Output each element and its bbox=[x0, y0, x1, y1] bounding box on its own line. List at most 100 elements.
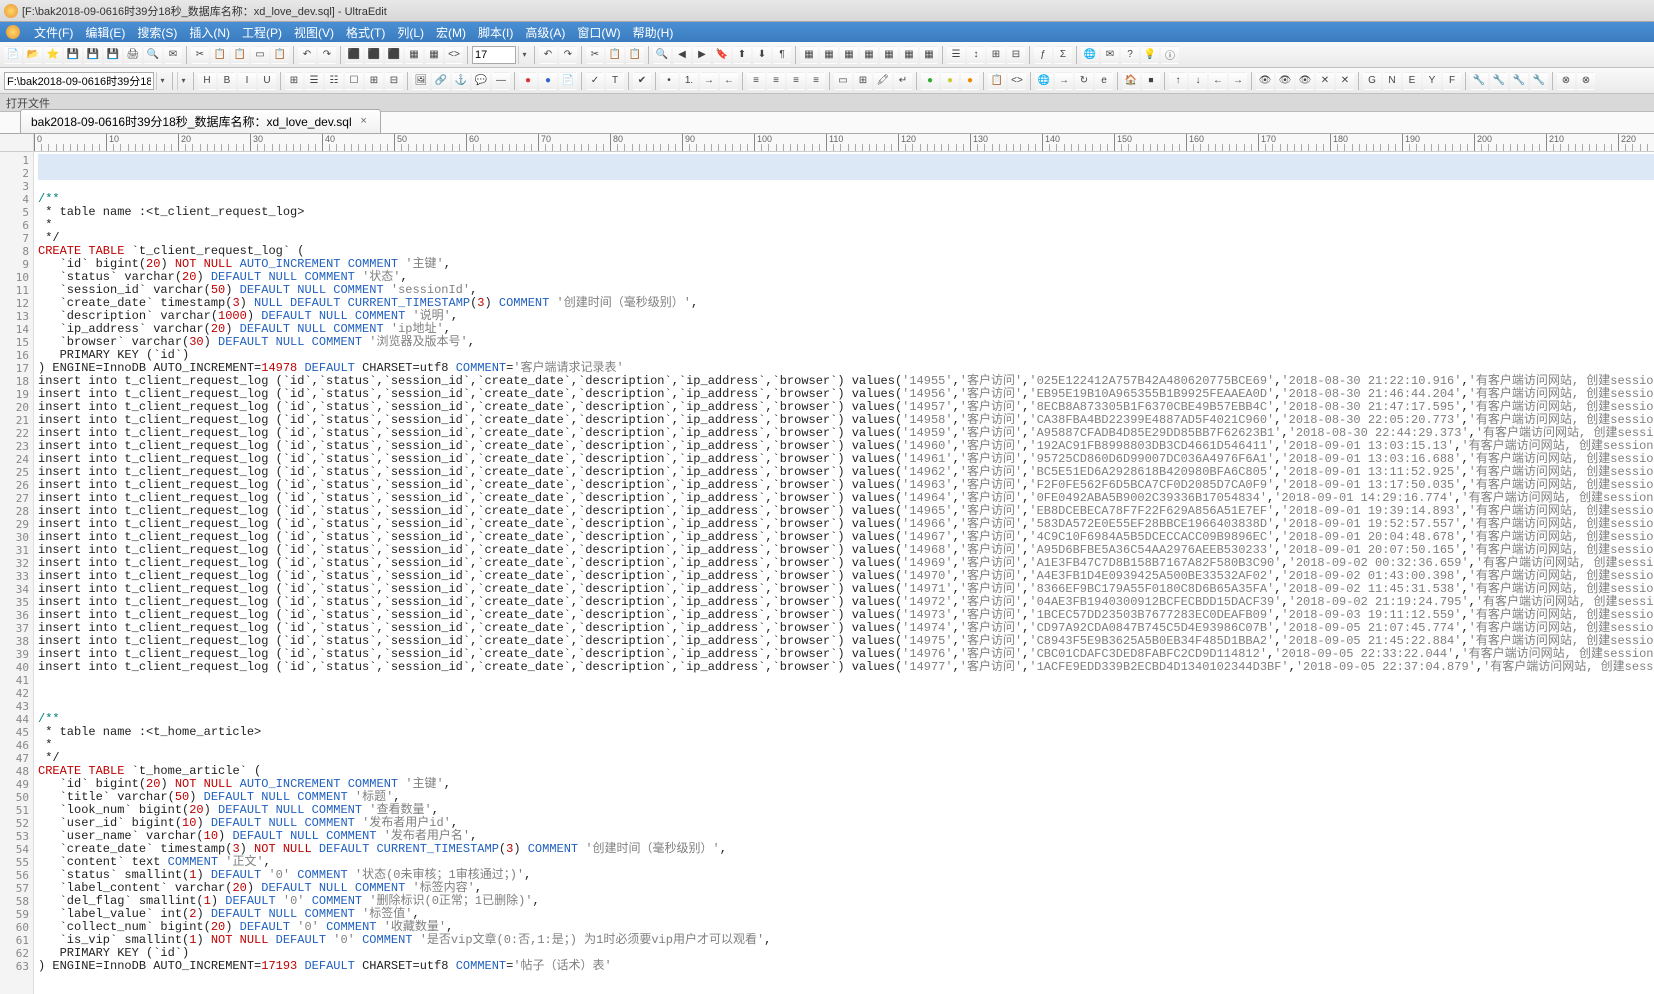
menu-视图(V)[interactable]: 视图(V) bbox=[288, 22, 340, 43]
outdent-icon[interactable]: ← bbox=[720, 72, 738, 90]
col-mode-icon[interactable]: ☰ bbox=[947, 46, 965, 64]
col-c-icon[interactable]: ▦ bbox=[840, 46, 858, 64]
tool-b-icon[interactable]: 🔧 bbox=[1490, 72, 1508, 90]
forward-icon[interactable]: → bbox=[1055, 72, 1073, 90]
tbl-ins-icon[interactable]: ⊞ bbox=[285, 72, 303, 90]
yellow-icon[interactable]: ● bbox=[941, 72, 959, 90]
italic-icon[interactable]: I bbox=[238, 72, 256, 90]
tmpl-icon[interactable]: 📋 bbox=[988, 72, 1006, 90]
undo-icon[interactable]: ↶ bbox=[298, 46, 316, 64]
col-sort-icon[interactable]: ↕ bbox=[967, 46, 985, 64]
copy-icon[interactable]: 📋 bbox=[211, 46, 229, 64]
func-icon[interactable]: ƒ bbox=[1034, 46, 1052, 64]
menu-工程(P)[interactable]: 工程(P) bbox=[236, 22, 288, 43]
mail2-icon[interactable]: ✉ bbox=[1101, 46, 1119, 64]
col-f-icon[interactable]: ▦ bbox=[900, 46, 918, 64]
dropdown-icon[interactable]: ▾ bbox=[518, 46, 530, 64]
left-icon[interactable]: ← bbox=[1209, 72, 1227, 90]
path-input[interactable] bbox=[4, 72, 154, 90]
web-icon[interactable]: 🌐 bbox=[1035, 72, 1053, 90]
help-icon[interactable]: ? bbox=[1121, 46, 1139, 64]
anchor-icon[interactable]: ⚓ bbox=[452, 72, 470, 90]
highlight-icon[interactable]: 🖍 bbox=[874, 72, 892, 90]
menu-高级(A)[interactable]: 高级(A) bbox=[519, 22, 571, 43]
home-icon[interactable]: 🏠 bbox=[1122, 72, 1140, 90]
menu-帮助(H)[interactable]: 帮助(H) bbox=[627, 22, 680, 43]
cell-icon[interactable]: ☐ bbox=[345, 72, 363, 90]
menu-脚本(I)[interactable]: 脚本(I) bbox=[472, 22, 519, 43]
open-icon[interactable]: 📂 bbox=[24, 46, 42, 64]
bm-prev-icon[interactable]: ⬆ bbox=[733, 46, 751, 64]
editor[interactable]: 1234567891011121314151617181920212223242… bbox=[0, 152, 1654, 994]
redo-icon[interactable]: ↷ bbox=[318, 46, 336, 64]
br-icon[interactable]: ↵ bbox=[894, 72, 912, 90]
paste-icon[interactable]: 📋 bbox=[231, 46, 249, 64]
hr-icon[interactable]: — bbox=[492, 72, 510, 90]
y-icon[interactable]: Y bbox=[1423, 72, 1441, 90]
copy2-icon[interactable]: 📋 bbox=[606, 46, 624, 64]
dropdown-icon[interactable]: ▾ bbox=[177, 72, 189, 90]
menu-搜索(S)[interactable]: 搜索(S) bbox=[131, 22, 183, 43]
tbl-row-icon[interactable]: ☰ bbox=[305, 72, 323, 90]
about-icon[interactable]: ⓘ bbox=[1161, 46, 1179, 64]
col-a-icon[interactable]: ▦ bbox=[800, 46, 818, 64]
menu-格式(T)[interactable]: 格式(T) bbox=[340, 22, 391, 43]
saveall-icon[interactable]: 💾 bbox=[104, 46, 122, 64]
e-icon[interactable]: E bbox=[1403, 72, 1421, 90]
menu-插入(N)[interactable]: 插入(N) bbox=[183, 22, 236, 43]
right-icon[interactable]: → bbox=[1229, 72, 1247, 90]
format-right-icon[interactable]: ⬛ bbox=[385, 46, 403, 64]
view-c-icon[interactable]: 👁 bbox=[1296, 72, 1314, 90]
menu-宏(M)[interactable]: 宏(M) bbox=[430, 22, 472, 43]
img-icon[interactable]: 🖼 bbox=[412, 72, 430, 90]
print-icon[interactable]: 🖨 bbox=[124, 46, 142, 64]
view-b-icon[interactable]: 👁 bbox=[1276, 72, 1294, 90]
cut-icon[interactable]: ✂ bbox=[191, 46, 209, 64]
tip-icon[interactable]: 💡 bbox=[1141, 46, 1159, 64]
comment-icon[interactable]: 💬 bbox=[472, 72, 490, 90]
n-icon[interactable]: N bbox=[1383, 72, 1401, 90]
txt-icon[interactable]: T bbox=[606, 72, 624, 90]
merge-icon[interactable]: ⊞ bbox=[365, 72, 383, 90]
undo2-icon[interactable]: ↶ bbox=[539, 46, 557, 64]
web-icon[interactable]: 🌐 bbox=[1081, 46, 1099, 64]
find-icon[interactable]: 🔍 bbox=[653, 46, 671, 64]
split-icon[interactable]: ⊟ bbox=[385, 72, 403, 90]
red-icon[interactable]: ● bbox=[519, 72, 537, 90]
close-icon[interactable]: × bbox=[358, 116, 370, 128]
blue-icon[interactable]: ● bbox=[539, 72, 557, 90]
bm-next-icon[interactable]: ⬇ bbox=[753, 46, 771, 64]
x-b-icon[interactable]: ⊗ bbox=[1577, 72, 1595, 90]
col-d-icon[interactable]: ▦ bbox=[860, 46, 878, 64]
align-l-icon[interactable]: ≡ bbox=[747, 72, 765, 90]
link-icon[interactable]: 🔗 bbox=[432, 72, 450, 90]
indent-icon[interactable]: → bbox=[700, 72, 718, 90]
html-tag-icon[interactable]: <> bbox=[445, 46, 463, 64]
menu-列(L)[interactable]: 列(L) bbox=[391, 22, 430, 43]
col-split-icon[interactable]: ⊟ bbox=[1007, 46, 1025, 64]
format-center-icon[interactable]: ⬛ bbox=[365, 46, 383, 64]
preview-icon[interactable]: 🔍 bbox=[144, 46, 162, 64]
x2-icon[interactable]: ✕ bbox=[1336, 72, 1354, 90]
chk-icon[interactable]: ✓ bbox=[586, 72, 604, 90]
sum-icon[interactable]: Σ bbox=[1054, 46, 1072, 64]
cut2-icon[interactable]: ✂ bbox=[586, 46, 604, 64]
view-a-icon[interactable]: 👁 bbox=[1256, 72, 1274, 90]
justify-icon[interactable]: ≡ bbox=[807, 72, 825, 90]
redo2-icon[interactable]: ↷ bbox=[559, 46, 577, 64]
tbl-col-icon[interactable]: ☷ bbox=[325, 72, 343, 90]
orange-icon[interactable]: ● bbox=[961, 72, 979, 90]
spell-icon[interactable]: ✔ bbox=[633, 72, 651, 90]
fontsize-input[interactable] bbox=[472, 46, 516, 64]
heading-icon[interactable]: H bbox=[198, 72, 216, 90]
block-icon[interactable]: ▭ bbox=[834, 72, 852, 90]
list-ul-icon[interactable]: • bbox=[660, 72, 678, 90]
path-dropdown[interactable]: ▾ bbox=[156, 72, 168, 90]
copy-sel-icon[interactable]: ▦ bbox=[405, 46, 423, 64]
tool-d-icon[interactable]: 🔧 bbox=[1530, 72, 1548, 90]
f-icon[interactable]: F bbox=[1443, 72, 1461, 90]
menu-窗口(W)[interactable]: 窗口(W) bbox=[571, 22, 626, 43]
paste2-icon[interactable]: 📋 bbox=[626, 46, 644, 64]
email-icon[interactable]: ✉ bbox=[164, 46, 182, 64]
stop-icon[interactable]: ⏹ bbox=[1142, 72, 1160, 90]
